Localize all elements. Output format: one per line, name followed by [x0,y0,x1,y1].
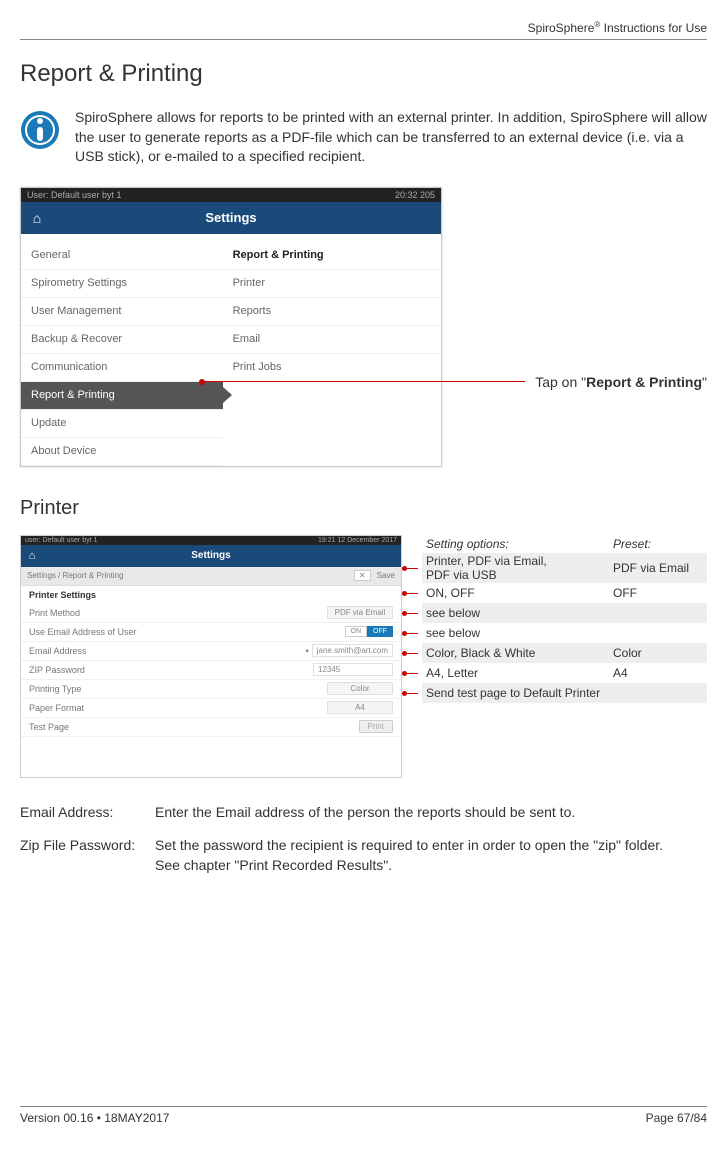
options-row: ON, OFFOFF [422,583,707,603]
callout-suffix: " [702,374,707,390]
section-printer-settings: Printer Settings [21,586,401,604]
option-text: see below [426,606,613,620]
home-icon-2[interactable]: ⌂ [21,545,43,567]
home-icon[interactable]: ⌂ [21,202,53,234]
preset-text: Color [613,646,703,660]
option-text: A4, Letter [426,666,613,680]
def-term: Email Address: [20,803,155,823]
row-paper-format: Paper Format [29,703,327,713]
footer-page: Page 67/84 [646,1111,707,1125]
save-button[interactable]: Save [377,571,395,580]
options-header-setting: Setting options: [426,537,613,551]
preset-text: A4 [613,666,703,680]
status-user-2: user: Default user byt 1 [25,537,97,544]
page-title: Report & Printing [20,60,707,88]
row-zip-password: ZIP Password [29,665,313,675]
settings-title-2: Settings [21,550,401,561]
def-term: Zip File Password: [20,836,155,875]
submenu-email[interactable]: Email [223,326,441,354]
email-address-input[interactable]: jane.smith@art.com [312,644,393,657]
callout-tap: Tap on "Report & Printing" [202,374,707,390]
doc-header: SpiroSphere® Instructions for Use [20,20,707,40]
bullet-icon: • [306,646,309,656]
settings-title: Settings [21,210,441,225]
print-method-select[interactable]: PDF via Email [327,606,393,619]
row-use-email: Use Email Address of User [29,627,345,637]
footer-version: Version 00.16 • 18MAY2017 [20,1111,169,1125]
options-row: Send test page to Default Printer [422,683,707,703]
options-row: see below [422,603,707,623]
status-user: User: Default user byt 1 [27,190,122,200]
callout-bold: Report & Printing [586,374,702,390]
sidebar-item-report-printing[interactable]: Report & Printing [21,382,223,410]
breadcrumb: Settings / Report & Printing [27,571,124,580]
printing-type-select[interactable]: Color [327,682,393,695]
def-text: Enter the Email address of the person th… [155,803,707,823]
options-row: Color, Black & WhiteColor [422,643,707,663]
paper-format-select[interactable]: A4 [327,701,393,714]
sidebar-item-general[interactable]: General [21,242,223,270]
sidebar-item-communication[interactable]: Communication [21,354,223,382]
info-icon [20,110,60,150]
option-text: Send test page to Default Printer [426,686,613,700]
preset-text: PDF via Email [613,561,703,575]
row-test-page: Test Page [29,722,359,732]
callout-prefix: Tap on " [535,374,586,390]
option-text: Color, Black & White [426,646,613,660]
status-time: 20:32 205 [395,190,435,200]
sidebar-item-update[interactable]: Update [21,410,223,438]
options-row: see below [422,623,707,643]
options-row: A4, LetterA4 [422,663,707,683]
row-print-method: Print Method [29,608,327,618]
option-text: ON, OFF [426,586,613,600]
sidebar-item-backup[interactable]: Backup & Recover [21,326,223,354]
printer-settings-screenshot: user: Default user byt 1 19:21 12 Decemb… [20,535,402,778]
options-row: Printer, PDF via Email,PDF via USBPDF vi… [422,553,707,583]
sidebar-item-about[interactable]: About Device [21,438,223,466]
def-text: Set the password the recipient is requir… [155,836,707,875]
section-header-report-printing: Report & Printing [223,242,441,270]
option-text: see below [426,626,613,640]
row-printing-type: Printing Type [29,684,327,694]
zip-password-input[interactable]: 12345 [313,663,393,676]
subheading-printer: Printer [20,497,707,520]
use-email-toggle[interactable]: ONOFF [345,626,394,637]
preset-text: OFF [613,586,703,600]
print-test-button[interactable]: Print [359,720,393,733]
status-time-2: 19:21 12 December 2017 [318,537,397,544]
sidebar-item-spirometry[interactable]: Spirometry Settings [21,270,223,298]
options-header-preset: Preset: [613,537,703,551]
submenu-printer[interactable]: Printer [223,270,441,298]
close-button[interactable]: ✕ [354,570,371,581]
intro-text: SpiroSphere allows for reports to be pri… [75,108,707,167]
sidebar-item-user-management[interactable]: User Management [21,298,223,326]
submenu-reports[interactable]: Reports [223,298,441,326]
option-text: Printer, PDF via Email,PDF via USB [426,554,613,582]
settings-screenshot: User: Default user byt 1 20:32 205 ⌂ Set… [20,187,442,467]
setting-options-table: Setting options: Preset: Printer, PDF vi… [422,535,707,703]
row-email-address: Email Address [29,646,306,656]
